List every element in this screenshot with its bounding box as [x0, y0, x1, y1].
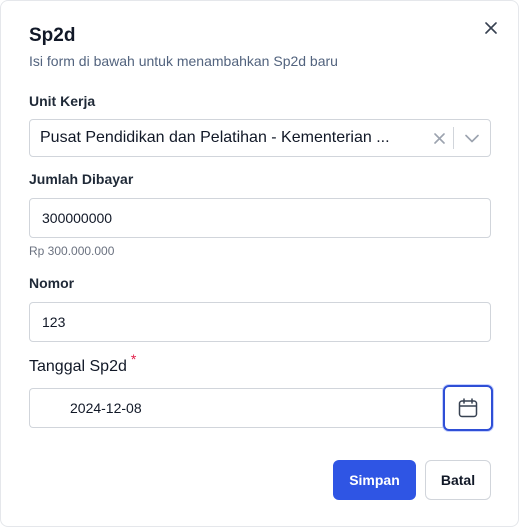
- required-asterisk: *: [130, 351, 137, 367]
- calendar-button[interactable]: [443, 385, 493, 431]
- dropdown-toggle[interactable]: [454, 120, 490, 156]
- jumlah-dibayar-input[interactable]: [30, 210, 490, 226]
- unit-kerja-select[interactable]: Pusat Pendidikan dan Pelatihan - Kemente…: [29, 119, 491, 157]
- chevron-down-icon: [465, 134, 479, 142]
- dialog-subtitle: Isi form di bawah untuk menambahkan Sp2d…: [29, 53, 338, 69]
- jumlah-dibayar-label: Jumlah Dibayar: [29, 171, 134, 187]
- clear-selection-button[interactable]: [425, 120, 453, 156]
- unit-kerja-value: Pusat Pendidikan dan Pelatihan - Kemente…: [40, 129, 390, 146]
- cancel-button[interactable]: Batal: [425, 460, 491, 500]
- unit-kerja-label: Unit Kerja: [29, 93, 96, 109]
- dialog-title: Sp2d: [29, 25, 76, 46]
- nomor-field: [29, 302, 491, 342]
- save-button[interactable]: Simpan: [333, 460, 416, 500]
- nomor-label: Nomor: [29, 275, 75, 291]
- calendar-icon: [458, 398, 478, 418]
- close-icon: [485, 22, 497, 34]
- jumlah-dibayar-field: [29, 198, 491, 238]
- tanggal-sp2d-field: [29, 388, 443, 428]
- tanggal-sp2d-label-text: Tanggal Sp2d: [29, 358, 127, 375]
- tanggal-sp2d-label: Tanggal Sp2d *: [29, 351, 136, 376]
- close-button[interactable]: [479, 16, 503, 40]
- jumlah-dibayar-helper: Rp 300.000.000: [29, 244, 115, 258]
- clear-icon: [433, 132, 445, 144]
- tanggal-sp2d-input[interactable]: [30, 399, 443, 417]
- nomor-input[interactable]: [30, 314, 490, 330]
- sp2d-dialog: Sp2d Isi form di bawah untuk menambahkan…: [0, 0, 519, 527]
